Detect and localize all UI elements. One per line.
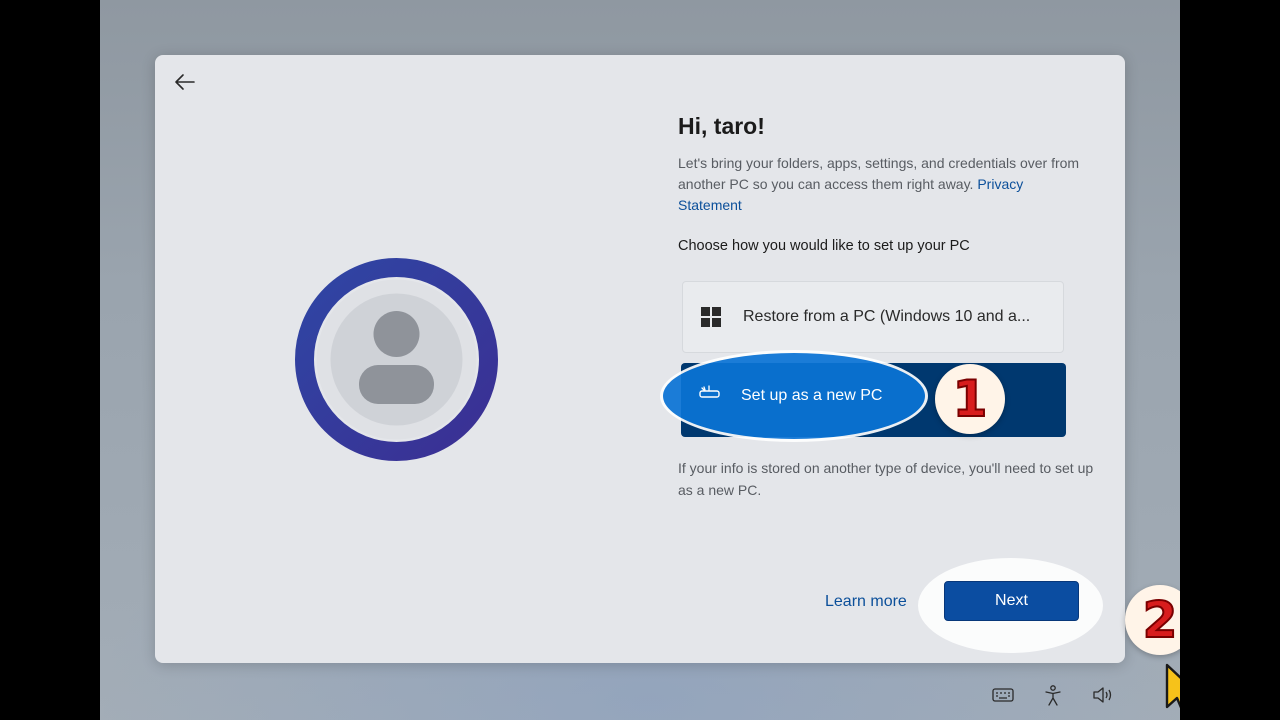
accessibility-icon[interactable] — [1041, 684, 1065, 706]
windows-logo-icon — [699, 305, 723, 329]
choose-prompt: Choose how you would like to set up your… — [678, 238, 970, 254]
mouse-pointer-icon — [1165, 663, 1180, 709]
step-badge-1: 1 — [935, 364, 1005, 434]
setup-content: Hi, taro! Let's bring your folders, apps… — [678, 113, 1088, 254]
setup-dialog: Hi, taro! Let's bring your folders, apps… — [155, 55, 1180, 709]
page-title: Hi, taro! — [678, 113, 765, 139]
option-label: Restore from a PC (Windows 10 and a... — [743, 308, 1031, 325]
option-label: Set up as a new PC — [741, 387, 883, 404]
volume-icon[interactable] — [1091, 684, 1115, 706]
back-button[interactable] — [169, 69, 201, 95]
info-note: If your info is stored on another type o… — [678, 460, 1094, 498]
option-restore-from-pc[interactable]: Restore from a PC (Windows 10 and a... — [682, 281, 1064, 353]
keyboard-icon[interactable] — [991, 684, 1015, 706]
next-button[interactable]: Next — [944, 581, 1079, 621]
oobe-screen: Hi, taro! Let's bring your folders, apps… — [100, 0, 1180, 720]
back-arrow-icon — [175, 74, 195, 90]
avatar-icon — [295, 258, 498, 461]
user-avatar — [295, 258, 498, 461]
new-pc-icon — [698, 385, 722, 406]
description: Let's bring your folders, apps, settings… — [678, 153, 1088, 216]
step-badge-2: 2 — [1125, 585, 1180, 655]
learn-more-link[interactable]: Learn more — [825, 593, 907, 611]
